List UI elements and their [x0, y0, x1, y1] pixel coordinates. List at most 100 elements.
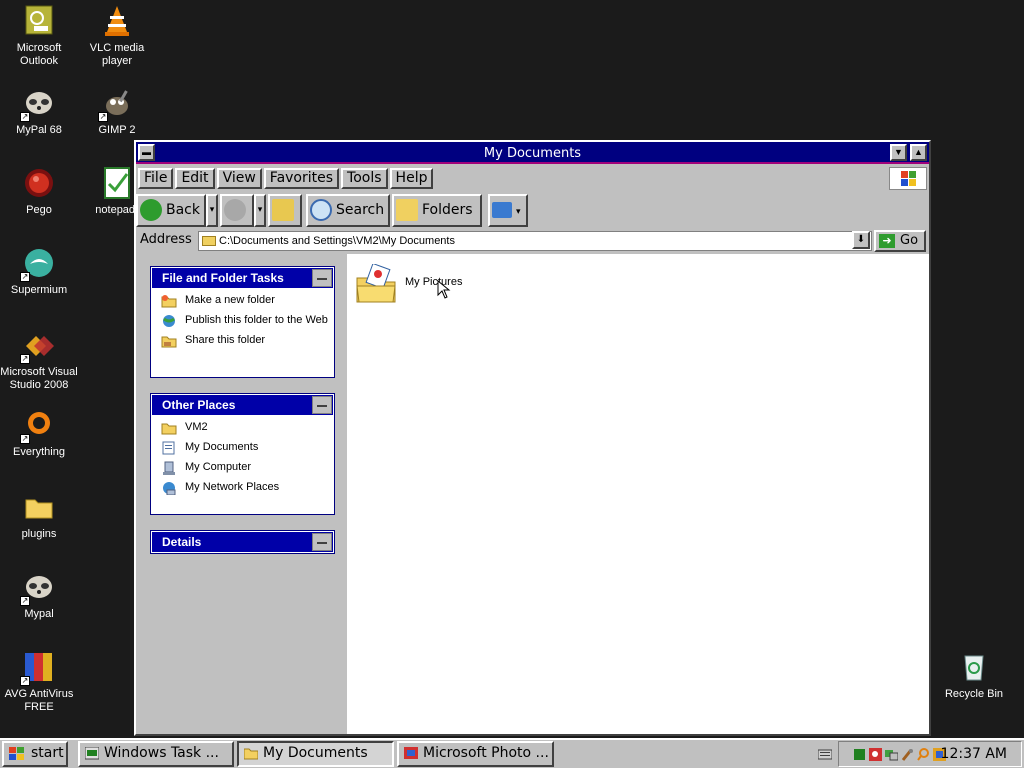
desktop-icon-mypal68[interactable]: ↗ MyPal 68 [0, 86, 78, 137]
desktop-icon-pego[interactable]: Pego [0, 166, 78, 217]
menu-view[interactable]: View [216, 168, 262, 189]
desktop-icon-avg[interactable]: ↗ AVG AntiVirus FREE [0, 650, 78, 714]
details-panel: Details [150, 530, 335, 554]
place-label: VM2 [185, 421, 208, 433]
place-my-network-places[interactable]: My Network Places [161, 481, 334, 495]
address-label: Address [140, 232, 192, 247]
supermium-icon: ↗ [20, 246, 56, 282]
menu-bar: File Edit View Favorites Tools Help [138, 168, 434, 190]
network-places-icon [163, 482, 176, 495]
title-bar[interactable]: ▬ My Documents ▼ ▲ [136, 142, 929, 164]
search-button[interactable]: Search [306, 194, 390, 227]
file-list-view[interactable]: My Pictures [347, 254, 929, 734]
system-tray: 12:37 AM [838, 741, 1022, 767]
start-button[interactable]: start [2, 741, 68, 767]
desktop-icon-label: plugins [21, 528, 57, 540]
desktop-icon-supermium[interactable]: ↗ Supermium [0, 246, 78, 297]
explorer-window: ▬ My Documents ▼ ▲ File Edit View Favori… [134, 140, 931, 736]
desktop-icon-mypal[interactable]: ↗ Mypal [0, 570, 78, 621]
recycle-bin-icon [957, 650, 991, 684]
vlc-cone-icon [100, 4, 134, 38]
maximize-button[interactable]: ▲ [910, 144, 927, 161]
tray-tools-icon[interactable] [901, 748, 914, 761]
up-folder-button[interactable] [268, 194, 302, 227]
file-label: My Pictures [405, 276, 463, 288]
file-folder-tasks-panel: File and Folder Tasks Make a new folder … [150, 266, 335, 378]
clock[interactable]: 12:37 AM [941, 746, 1007, 762]
tray-search-icon[interactable] [917, 748, 930, 761]
views-button[interactable]: ▾ [488, 194, 528, 227]
menu-edit[interactable]: Edit [175, 168, 215, 189]
panel-header[interactable]: File and Folder Tasks [151, 267, 334, 289]
place-my-documents[interactable]: My Documents [161, 441, 334, 455]
menu-tools[interactable]: Tools [341, 168, 388, 189]
desktop-icon-gimp[interactable]: ↗ GIMP 2 [78, 86, 156, 137]
shortcut-arrow-icon: ↗ [20, 676, 30, 686]
place-vm2[interactable]: VM2 [161, 421, 334, 435]
panel-title: Other Places [162, 398, 236, 412]
forward-button[interactable] [220, 194, 254, 227]
address-value: C:\Documents and Settings\VM2\My Documen… [219, 235, 455, 247]
collapse-icon[interactable] [312, 533, 332, 551]
task-publish-to-web[interactable]: Publish this folder to the Web [161, 314, 334, 327]
forward-arrow-icon [224, 199, 246, 221]
back-dropdown[interactable]: ▾ [206, 194, 218, 227]
minimize-button[interactable]: ▼ [890, 144, 907, 161]
my-documents-icon [162, 441, 175, 455]
my-pictures-folder-icon [356, 264, 396, 303]
notepad-icon [100, 166, 134, 200]
file-item[interactable]: My Pictures [355, 260, 485, 310]
desktop-icon-visual-studio[interactable]: ↗ Microsoft Visual Studio 2008 [0, 328, 78, 392]
address-bar: Address C:\Documents and Settings\VM2\My… [136, 230, 929, 252]
share-folder-icon [161, 336, 177, 348]
task-share-folder[interactable]: Share this folder [161, 334, 334, 348]
folder-icon [244, 748, 258, 760]
tray-network-icon[interactable] [885, 748, 898, 761]
place-my-computer[interactable]: My Computer [161, 461, 334, 475]
up-folder-icon [272, 199, 294, 221]
avg-antivirus-icon: ↗ [20, 650, 56, 686]
menu-help[interactable]: Help [389, 168, 434, 189]
task-label: My Documents [263, 745, 368, 761]
taskbar-button-task-manager[interactable]: Windows Task ... [78, 741, 234, 767]
desktop-icon-label: VLC media player [89, 42, 145, 67]
panel-title: Details [162, 535, 202, 549]
taskbar-button-photo-editor[interactable]: Microsoft Photo ... [397, 741, 554, 767]
tray-green-icon[interactable] [853, 748, 866, 761]
desktop-icon-vlc[interactable]: VLC media player [78, 4, 156, 68]
panel-title: File and Folder Tasks [162, 271, 284, 285]
folders-button[interactable]: Folders [392, 194, 482, 227]
desktop-icon-plugins[interactable]: plugins [0, 490, 78, 541]
shortcut-arrow-icon: ↗ [20, 112, 30, 122]
task-make-new-folder[interactable]: Make a new folder [161, 294, 334, 308]
go-button[interactable]: ➜ Go [874, 230, 926, 252]
folder-icon [202, 236, 216, 246]
start-label: start [31, 745, 64, 761]
address-input[interactable]: C:\Documents and Settings\VM2\My Documen… [198, 231, 872, 251]
task-label: Microsoft Photo ... [423, 745, 549, 761]
shortcut-arrow-icon: ↗ [20, 272, 30, 282]
address-dropdown-button[interactable]: ⬇ [852, 231, 870, 249]
panel-header[interactable]: Other Places [151, 394, 334, 416]
keyboard-icon[interactable] [818, 748, 832, 760]
new-folder-icon [161, 295, 177, 308]
folders-icon [396, 199, 418, 221]
desktop-icon-everything[interactable]: ↗ Everything [0, 408, 78, 459]
desktop-icon-recycle-bin[interactable]: Recycle Bin [935, 650, 1013, 701]
globe-icon [163, 315, 175, 327]
collapse-icon[interactable] [312, 396, 332, 414]
task-pane: File and Folder Tasks Make a new folder … [136, 254, 347, 734]
windows-flag-icon [9, 747, 24, 760]
menu-favorites[interactable]: Favorites [263, 168, 340, 189]
shortcut-arrow-icon: ↗ [20, 596, 30, 606]
collapse-icon[interactable] [312, 269, 332, 287]
tray-avg-icon[interactable] [869, 748, 882, 761]
desktop-icon-outlook[interactable]: Microsoft Outlook [0, 4, 78, 68]
views-icon [492, 202, 512, 218]
forward-dropdown[interactable]: ▾ [254, 194, 266, 227]
panel-header[interactable]: Details [151, 531, 334, 553]
menu-file[interactable]: File [138, 168, 174, 189]
taskbar-button-my-documents[interactable]: My Documents [237, 741, 394, 767]
desktop-icon-label: Recycle Bin [944, 688, 1004, 700]
back-button[interactable]: Back [136, 194, 206, 227]
